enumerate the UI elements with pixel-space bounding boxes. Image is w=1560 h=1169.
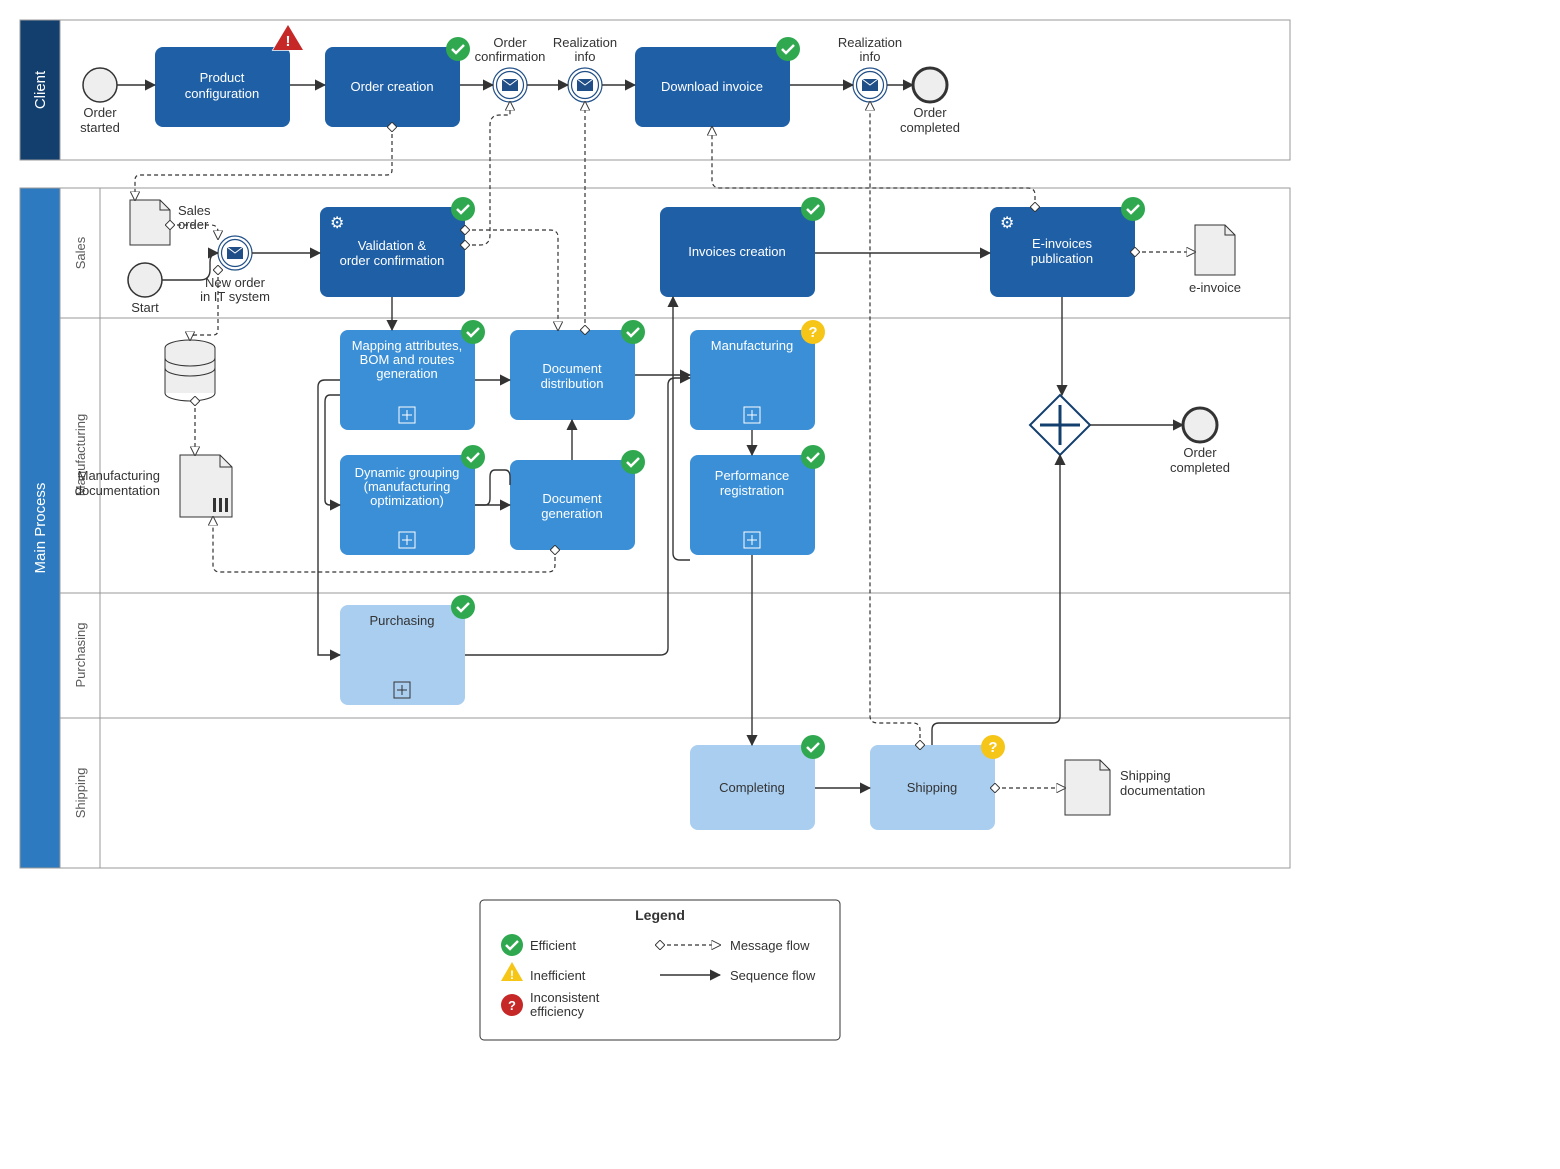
completing-task[interactable]: Completing bbox=[690, 745, 815, 830]
order-creation-task[interactable]: Order creation bbox=[325, 47, 460, 127]
purchasing-lane: Purchasing bbox=[60, 593, 1290, 718]
svg-text:E-invoicespublication: E-invoicespublication bbox=[1031, 236, 1093, 266]
svg-text:e-invoice: e-invoice bbox=[1189, 280, 1241, 295]
doc-distribution-task[interactable]: Documentdistribution bbox=[510, 330, 635, 420]
question-icon: ? bbox=[801, 320, 825, 344]
start-event: Start bbox=[128, 263, 162, 315]
svg-text:Invoices creation: Invoices creation bbox=[688, 244, 786, 259]
svg-text:⚙: ⚙ bbox=[330, 215, 344, 232]
svg-text:Performanceregistration: Performanceregistration bbox=[715, 468, 789, 498]
check-icon bbox=[461, 320, 485, 344]
svg-text:!: ! bbox=[510, 968, 514, 982]
doc-generation-task[interactable]: Documentgeneration bbox=[510, 460, 635, 550]
svg-text:Documentdistribution: Documentdistribution bbox=[541, 361, 604, 391]
svg-text:Sales: Sales bbox=[73, 236, 88, 269]
check-icon bbox=[776, 37, 800, 61]
svg-text:Purchasing: Purchasing bbox=[369, 613, 434, 628]
svg-text:!: ! bbox=[286, 33, 291, 50]
check-icon bbox=[446, 37, 470, 61]
download-invoice-task[interactable]: Download invoice bbox=[635, 47, 790, 127]
mapping-task[interactable]: Mapping attributes,BOM and routesgenerat… bbox=[340, 330, 475, 430]
svg-text:Order creation: Order creation bbox=[350, 79, 433, 94]
svg-text:Completing: Completing bbox=[719, 780, 785, 795]
main-process-pool-label: Main Process bbox=[32, 483, 49, 574]
svg-text:Documentgeneration: Documentgeneration bbox=[541, 491, 602, 521]
validation-task[interactable]: ⚙ Validation &order confirmation bbox=[320, 207, 465, 297]
svg-text:Salesorder: Salesorder bbox=[178, 203, 211, 232]
svg-text:Message flow: Message flow bbox=[730, 938, 810, 953]
main-process-pool: Main Process bbox=[20, 188, 60, 868]
einvoice-doc: e-invoice bbox=[1189, 225, 1241, 295]
check-icon bbox=[1121, 197, 1145, 221]
manufacturing-lane: Manufacturing bbox=[60, 318, 1290, 593]
check-icon bbox=[451, 197, 475, 221]
svg-text:Start: Start bbox=[131, 300, 159, 315]
svg-text:Inefficient: Inefficient bbox=[530, 968, 586, 983]
check-icon bbox=[801, 197, 825, 221]
svg-text:Shipping: Shipping bbox=[73, 768, 88, 819]
question-icon: ? bbox=[981, 735, 1005, 759]
shipping-task[interactable]: Shipping bbox=[870, 745, 995, 830]
check-icon bbox=[621, 450, 645, 474]
svg-text:Dynamic grouping(manufacturing: Dynamic grouping(manufacturingoptimizati… bbox=[355, 465, 460, 508]
einvoices-publication-task[interactable]: ⚙ E-invoicespublication bbox=[990, 207, 1135, 297]
svg-text:Legend: Legend bbox=[635, 907, 685, 923]
svg-text:Download invoice: Download invoice bbox=[661, 79, 763, 94]
svg-text:?: ? bbox=[508, 998, 516, 1013]
invoices-creation-task[interactable]: Invoices creation bbox=[660, 207, 815, 297]
data-store bbox=[165, 340, 215, 401]
check-icon bbox=[461, 445, 485, 469]
svg-text:Efficient: Efficient bbox=[530, 938, 576, 953]
svg-text:Manufacturing: Manufacturing bbox=[711, 338, 793, 353]
svg-text:⚙: ⚙ bbox=[1000, 215, 1014, 232]
product-configuration-task[interactable]: Productconfiguration bbox=[155, 47, 290, 127]
check-icon bbox=[801, 735, 825, 759]
manufacturing-task[interactable]: Manufacturing bbox=[690, 330, 815, 430]
svg-text:?: ? bbox=[808, 324, 817, 341]
svg-text:Sequence flow: Sequence flow bbox=[730, 968, 816, 983]
purchasing-task[interactable]: Purchasing bbox=[340, 605, 465, 705]
client-pool-label: Client bbox=[32, 70, 49, 109]
check-icon bbox=[801, 445, 825, 469]
dynamic-grouping-task[interactable]: Dynamic grouping(manufacturingoptimizati… bbox=[340, 455, 475, 555]
check-icon bbox=[451, 595, 475, 619]
svg-text:Orderstarted: Orderstarted bbox=[80, 105, 120, 135]
svg-text:Manufacturingdocumentation: Manufacturingdocumentation bbox=[75, 468, 160, 498]
svg-text:Purchasing: Purchasing bbox=[73, 622, 88, 687]
svg-text:New orderin IT system: New orderin IT system bbox=[200, 275, 270, 304]
svg-text:Shipping: Shipping bbox=[907, 780, 958, 795]
performance-reg-task[interactable]: Performanceregistration bbox=[690, 455, 815, 555]
bpmn-diagram: Client Orderstarted Productconfiguration… bbox=[0, 0, 1560, 1169]
legend: Legend Efficient ! Inefficient ? Inconsi… bbox=[480, 900, 840, 1040]
svg-text:?: ? bbox=[988, 739, 997, 756]
check-icon bbox=[621, 320, 645, 344]
